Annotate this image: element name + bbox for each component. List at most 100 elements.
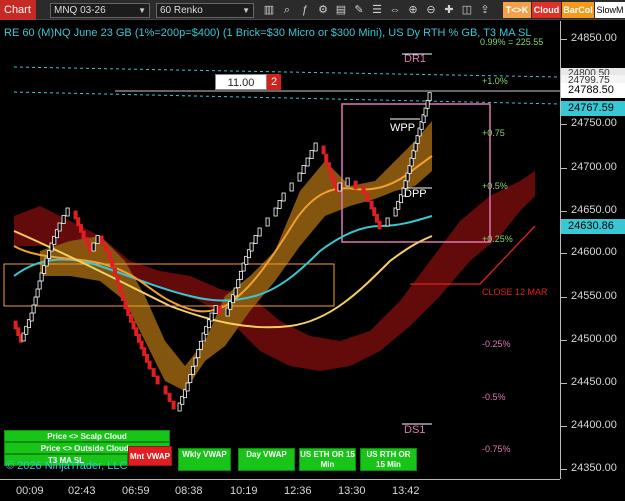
snapshot-icon[interactable]: ◫ xyxy=(460,3,474,17)
renko-brick-up xyxy=(35,288,40,298)
tick-mark xyxy=(561,383,567,384)
chart-tab[interactable]: Chart xyxy=(0,0,36,20)
renko-brick-up xyxy=(385,217,390,227)
time-tick: 13:42 xyxy=(392,485,420,497)
renko-brick-up xyxy=(309,150,314,159)
renko-brick-up xyxy=(33,296,38,306)
renko-brick-down xyxy=(115,275,120,285)
renko-brick-up xyxy=(209,312,214,322)
zoom-in-icon[interactable]: ⊕ xyxy=(406,3,420,17)
renko-brick-down xyxy=(103,243,108,252)
renko-brick-up xyxy=(409,157,414,167)
chart-toolbar: Chart MNQ 03-26 ▼ 60 Renko ▼ ▥ ⌕ ƒ ⚙ ▤ ✎ ☰… xyxy=(0,0,625,20)
pct-top-label: 0.99% = 225.55 xyxy=(480,37,544,47)
bar-chart-icon[interactable]: ▥ xyxy=(262,3,276,17)
renko-brick-down xyxy=(365,193,370,202)
time-tick: 12:36 xyxy=(284,485,312,497)
renko-brick-down xyxy=(81,230,86,240)
renko-brick-up xyxy=(196,349,201,359)
draw-icon[interactable]: ✎ xyxy=(352,3,366,17)
pct-plus-025-label: +0.25% xyxy=(482,234,513,244)
chart-title: RE 60 (M)NQ June 23 GB (1%=200p=$400) (1… xyxy=(4,27,532,39)
renko-brick-down xyxy=(88,243,93,253)
strategy-icon[interactable]: ⚙ xyxy=(316,3,330,17)
copyright-text: © 2026 NinjaTrader, LLC xyxy=(6,460,128,472)
price-tick: 24350.00 xyxy=(571,462,617,474)
renko-brick-down xyxy=(217,305,222,315)
chevron-down-icon: ▼ xyxy=(138,6,146,15)
period-value: 60 Renko xyxy=(160,5,203,16)
scalp-cloud-button[interactable]: Price <> Scalp Cloud xyxy=(4,430,170,442)
renko-brick-up xyxy=(47,250,52,259)
tick-mark xyxy=(561,426,567,427)
price-tick: 24750.00 xyxy=(571,117,617,129)
renko-brick-up xyxy=(236,279,241,289)
renko-brick-up xyxy=(31,304,36,314)
renko-brick-up xyxy=(273,207,278,217)
mnt-vwap-button[interactable]: Mnt VWAP xyxy=(128,446,172,466)
renko-brick-down xyxy=(321,145,326,155)
order-count-badge[interactable]: 2 xyxy=(267,74,281,90)
price-tick: 24550.00 xyxy=(571,290,617,302)
order-qty-marker[interactable]: 11.00 xyxy=(215,74,267,90)
template-icon[interactable]: ▤ xyxy=(334,3,348,17)
chart-panel[interactable]: RE 60 (M)NQ June 23 GB (1%=200p=$400) (1… xyxy=(0,21,560,479)
renko-brick-down xyxy=(353,180,358,190)
renko-brick-up xyxy=(265,217,270,227)
price-axis[interactable]: 24850.00 24750.00 24700.00 24650.00 2460… xyxy=(560,21,625,479)
wkly-vwap-button[interactable]: Wkly VWAP xyxy=(178,448,231,471)
barcol-toggle-button[interactable]: BarCol xyxy=(562,2,594,18)
bar-spacing-icon[interactable]: ⇔ xyxy=(388,3,402,17)
renko-brick-up xyxy=(233,287,238,297)
slowm-toggle-button[interactable]: SlowM xyxy=(595,2,625,18)
renko-brick-up xyxy=(257,227,262,237)
day-vwap-button[interactable]: Day VWAP xyxy=(238,448,295,471)
instrument-value: MNQ 03-26 xyxy=(54,5,106,16)
renko-brick-up xyxy=(337,182,342,192)
renko-brick-up xyxy=(277,200,282,209)
renko-brick-up xyxy=(65,207,70,217)
tk-toggle-button[interactable]: T<>K xyxy=(503,2,531,18)
indicators-icon[interactable]: ƒ xyxy=(298,3,312,17)
cyan-price-badge-lower: 24630.86 xyxy=(561,219,625,234)
price-tick: 24500.00 xyxy=(571,333,617,345)
renko-brick-up xyxy=(42,265,47,274)
cloud-toggle-button[interactable]: Cloud xyxy=(532,2,561,18)
renko-brick-up xyxy=(413,142,418,152)
instrument-selector[interactable]: MNQ 03-26 ▼ xyxy=(50,3,150,18)
renko-brick-up xyxy=(29,312,34,322)
renko-brick-up xyxy=(185,382,190,392)
magnifier-icon[interactable]: ⌕ xyxy=(280,3,294,17)
renko-brick-up xyxy=(427,92,432,102)
tick-mark xyxy=(561,253,567,254)
renko-brick-up xyxy=(425,99,430,109)
renko-brick-down xyxy=(171,400,176,410)
renko-brick-up xyxy=(289,182,294,192)
time-tick: 10:19 xyxy=(230,485,258,497)
dashed-cyan-line-2 xyxy=(13,91,560,105)
tick-mark xyxy=(561,340,567,341)
share-icon[interactable]: ⇪ xyxy=(478,3,492,17)
ds1-label: DS1 xyxy=(404,424,426,436)
renko-brick-up xyxy=(313,142,318,152)
price-tick: 24600.00 xyxy=(571,246,617,258)
time-tick: 02:43 xyxy=(68,485,96,497)
us-rth-or-button[interactable]: US RTH OR 15 Min xyxy=(360,448,417,471)
price-tick: 24700.00 xyxy=(571,161,617,173)
period-selector[interactable]: 60 Renko ▼ xyxy=(156,3,254,18)
renko-brick-down xyxy=(377,220,382,230)
renko-brick-down xyxy=(326,162,331,172)
pct-minus-075-label: -0.75% xyxy=(482,444,511,454)
cyan-price-badge: 24767.59 xyxy=(561,101,625,116)
properties-icon[interactable]: ☰ xyxy=(370,3,384,17)
us-eth-or-button[interactable]: US ETH OR 15 Min xyxy=(299,448,356,471)
renko-brick-up xyxy=(301,165,306,174)
price-tick: 24450.00 xyxy=(571,376,617,388)
renko-brick-up xyxy=(91,242,96,252)
crosshair-icon[interactable]: ✚ xyxy=(442,3,456,17)
time-axis[interactable]: 00:09 02:43 06:59 08:38 10:19 12:36 13:3… xyxy=(0,479,560,501)
tick-mark xyxy=(561,297,567,298)
pct-minus-025-label: -0.25% xyxy=(482,339,511,349)
time-tick: 00:09 xyxy=(16,485,44,497)
zoom-out-icon[interactable]: ⊖ xyxy=(424,3,438,17)
